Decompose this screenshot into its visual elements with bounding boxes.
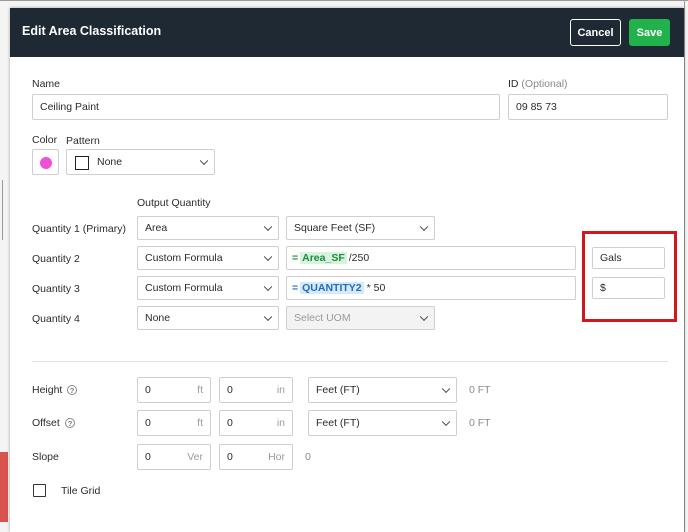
quantity-4-type-value: None <box>145 312 171 324</box>
modal-title: Edit Area Classification <box>22 24 162 38</box>
modal-header: Edit Area Classification Cancel Save <box>10 8 684 57</box>
color-picker[interactable] <box>32 149 59 175</box>
help-icon[interactable]: ? <box>67 385 77 395</box>
pattern-select[interactable]: None <box>66 149 215 175</box>
slope-vertical-value: 0 <box>145 451 151 463</box>
quantity-1-type-value: Area <box>145 222 168 234</box>
height-inches-value: 0 <box>227 384 233 396</box>
offset-label: Offset <box>32 417 60 429</box>
name-input[interactable]: Ceiling Paint <box>32 94 500 120</box>
formula-equals: = <box>292 282 299 294</box>
height-feet-unit: ft <box>197 384 203 396</box>
quantity-1-type-select[interactable]: Area <box>137 216 279 240</box>
height-inches-unit: in <box>276 384 285 396</box>
offset-readout: 0 FT <box>469 417 491 429</box>
id-optional-text: (Optional) <box>521 78 568 90</box>
quantity-3-formula-input[interactable]: = QUANTITY2 * 50 <box>286 276 576 300</box>
chevron-down-icon <box>441 384 451 394</box>
formula-operator: /250 <box>348 252 370 264</box>
height-inches-input[interactable]: 0 in <box>219 377 293 403</box>
drawing-line <box>684 0 685 532</box>
height-label: Height <box>32 384 63 396</box>
slope-horizontal-input[interactable]: 0 Hor <box>219 444 293 470</box>
edit-area-classification-modal: Edit Area Classification Cancel Save Nam… <box>10 8 684 532</box>
slope-vertical-input[interactable]: 0 Ver <box>137 444 211 470</box>
drawing-line <box>2 180 3 240</box>
quantity-1-uom-select[interactable]: Square Feet (SF) <box>286 216 435 240</box>
chevron-down-icon <box>263 312 273 322</box>
quantity-4-uom-placeholder: Select UOM <box>294 312 351 324</box>
offset-feet-unit: ft <box>197 417 203 429</box>
quantity-1-uom-value: Square Feet (SF) <box>294 222 376 234</box>
pattern-value: None <box>97 156 123 168</box>
quantity-4-type-select[interactable]: None <box>137 306 279 330</box>
offset-inches-input[interactable]: 0 in <box>219 410 293 436</box>
quantity-2-type-select[interactable]: Custom Formula <box>137 246 279 270</box>
height-units-select[interactable]: Feet (FT) <box>308 377 457 403</box>
slope-readout: 0 <box>305 451 311 463</box>
id-label-text: ID <box>508 78 519 90</box>
id-value: 09 85 73 <box>516 101 557 113</box>
offset-feet-input[interactable]: 0 ft <box>137 410 211 436</box>
offset-inches-unit: in <box>276 417 285 429</box>
quantity-2-label: Quantity 2 <box>32 253 80 265</box>
quantity-2-formula-input[interactable]: = Area_SF /250 <box>286 246 576 270</box>
offset-inches-value: 0 <box>227 417 233 429</box>
offset-units-value: Feet (FT) <box>316 417 360 429</box>
color-swatch <box>40 157 52 169</box>
help-icon[interactable]: ? <box>65 418 75 428</box>
height-units-value: Feet (FT) <box>316 384 360 396</box>
formula-operator: * 50 <box>366 282 386 294</box>
height-feet-input[interactable]: 0 ft <box>137 377 211 403</box>
formula-equals: = <box>292 252 299 264</box>
cancel-button[interactable]: Cancel <box>570 19 621 46</box>
offset-feet-value: 0 <box>145 417 151 429</box>
slope-vertical-unit: Ver <box>187 451 203 463</box>
chevron-down-icon <box>419 222 429 232</box>
name-value: Ceiling Paint <box>40 101 99 113</box>
color-label: Color <box>32 134 58 146</box>
pattern-label: Pattern <box>66 135 100 147</box>
name-label: Name <box>32 78 61 90</box>
offset-units-select[interactable]: Feet (FT) <box>308 410 457 436</box>
pattern-preview-icon <box>75 156 89 170</box>
tile-grid-checkbox[interactable] <box>33 484 46 497</box>
quantity-3-label: Quantity 3 <box>32 283 80 295</box>
formula-token-quantity2: QUANTITY2 <box>300 282 364 294</box>
slope-label: Slope <box>32 451 59 463</box>
output-quantity-header: Output Quantity <box>137 197 211 209</box>
id-label: ID (Optional) <box>508 78 568 90</box>
formula-token-area-sf: Area_SF <box>300 252 347 264</box>
quantity-2-type-value: Custom Formula <box>145 252 223 264</box>
tile-grid-label: Tile Grid <box>61 485 101 497</box>
chevron-down-icon <box>263 222 273 232</box>
quantity-4-uom-select: Select UOM <box>286 306 435 330</box>
save-button[interactable]: Save <box>629 19 670 46</box>
quantity-1-label: Quantity 1 (Primary) <box>32 223 126 235</box>
quantity-3-type-value: Custom Formula <box>145 282 223 294</box>
quantity-4-label: Quantity 4 <box>32 313 80 325</box>
chevron-down-icon <box>263 282 273 292</box>
slope-horizontal-unit: Hor <box>268 451 285 463</box>
drawing-line <box>0 0 688 1</box>
chevron-down-icon <box>263 252 273 262</box>
chevron-down-icon <box>419 312 429 322</box>
quantity-3-type-select[interactable]: Custom Formula <box>137 276 279 300</box>
slope-horizontal-value: 0 <box>227 451 233 463</box>
section-divider <box>32 361 668 362</box>
chevron-down-icon <box>199 156 209 166</box>
drawing-area-marker <box>0 452 8 522</box>
red-highlight-annotation <box>582 231 677 322</box>
height-readout: 0 FT <box>469 384 491 396</box>
id-input[interactable]: 09 85 73 <box>508 94 668 120</box>
chevron-down-icon <box>441 417 451 427</box>
height-feet-value: 0 <box>145 384 151 396</box>
